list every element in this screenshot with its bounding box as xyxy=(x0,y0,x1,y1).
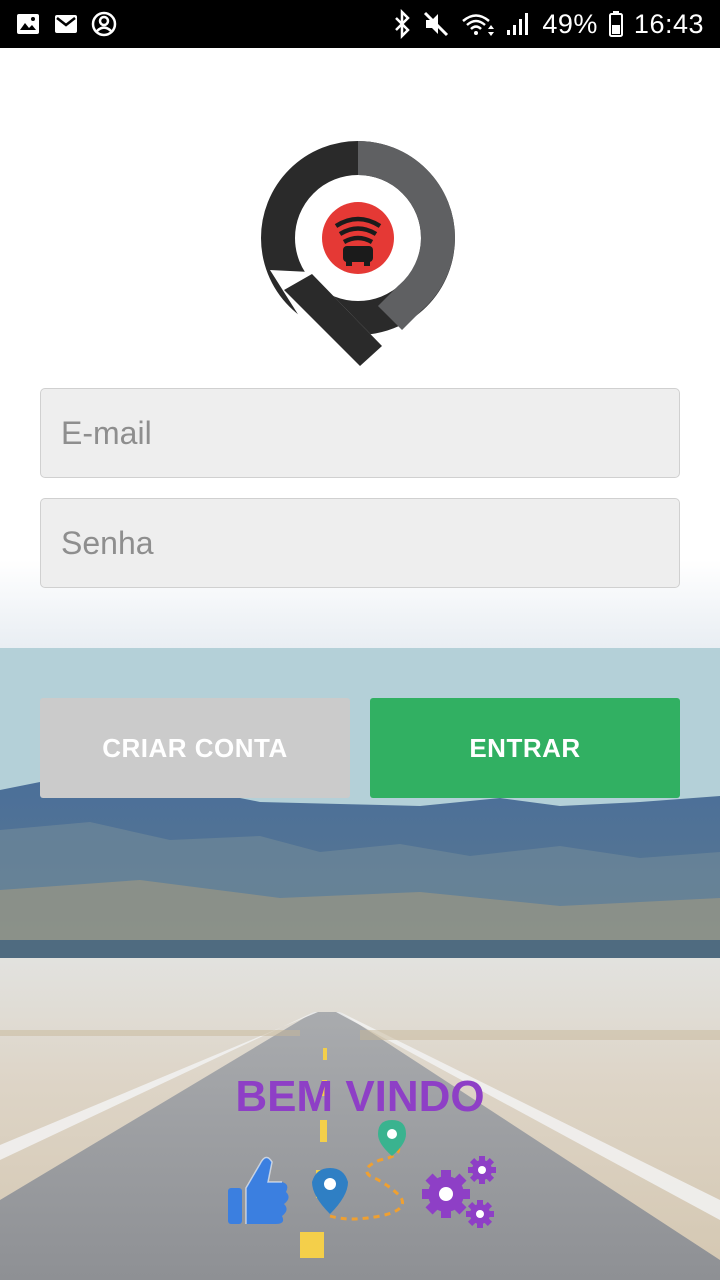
welcome-illustration xyxy=(228,1120,496,1228)
clock: 16:43 xyxy=(633,8,704,39)
email-field[interactable] xyxy=(40,388,680,478)
app-logo xyxy=(261,141,456,366)
password-field[interactable] xyxy=(40,498,680,588)
route-map-icon xyxy=(312,1120,406,1221)
wifi-icon xyxy=(462,14,495,36)
image-icon xyxy=(17,14,39,34)
account-circle-icon xyxy=(91,11,117,37)
welcome-text: BEM VINDO xyxy=(235,1072,485,1121)
mail-icon xyxy=(55,15,77,33)
login-button[interactable]: ENTRAR xyxy=(370,698,680,798)
status-bar: 49% 16:43 xyxy=(0,0,720,48)
mute-icon xyxy=(424,11,449,37)
create-account-button[interactable]: CRIAR CONTA xyxy=(40,698,350,798)
thumbs-up-icon xyxy=(228,1156,289,1224)
signal-icon xyxy=(507,13,529,35)
bluetooth-icon xyxy=(395,9,411,39)
battery-icon xyxy=(608,11,623,37)
battery-percent: 49% xyxy=(542,8,598,39)
gears-icon xyxy=(422,1156,496,1228)
